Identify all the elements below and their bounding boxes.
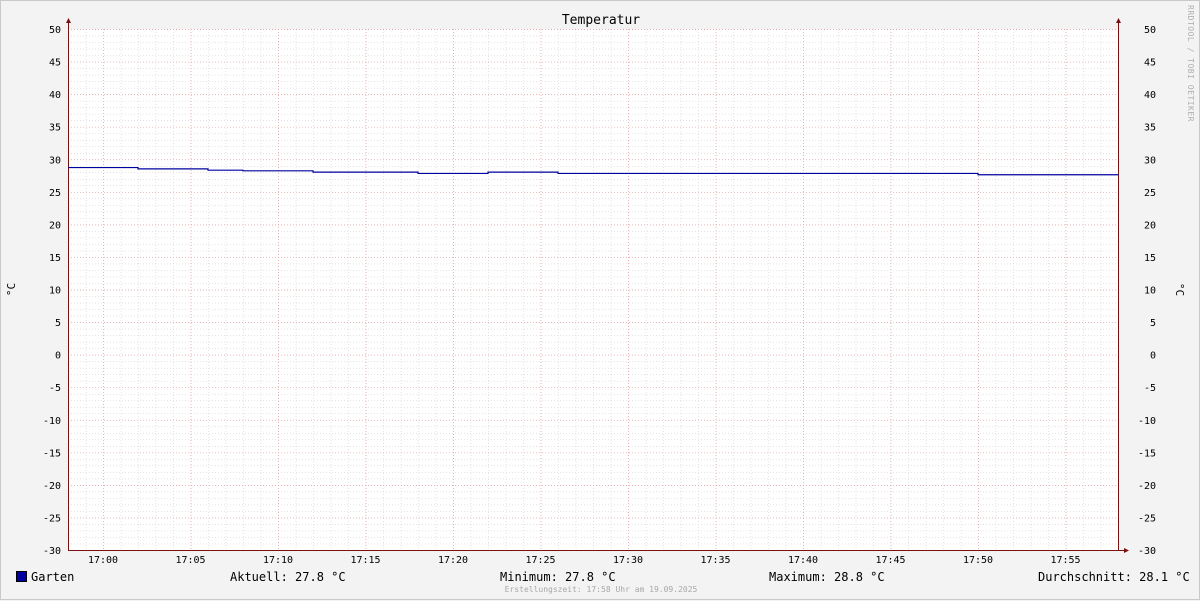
x-tick-label: 17:45	[875, 555, 905, 566]
x-tick-label: 17:35	[700, 555, 730, 566]
y2-tick-label: 50	[1144, 25, 1156, 36]
y-tick-label: 15	[49, 253, 61, 264]
x-tick-label: 17:15	[350, 555, 380, 566]
legend: Garten Aktuell: 27.8 °C Minimum: 27.8 °C…	[1, 567, 1200, 587]
legend-current-value: Aktuell: 27.8 °C	[230, 570, 346, 584]
y-tick-label: 45	[49, 58, 61, 69]
y-tick-label: 35	[49, 123, 61, 134]
y-axis-arrow	[66, 18, 71, 23]
x-tick-label: 17:25	[525, 555, 555, 566]
y2-tick-label: 40	[1144, 90, 1156, 101]
y2-tick-label: -15	[1138, 448, 1156, 459]
y-tick-label: 10	[49, 286, 61, 297]
y-tick-label: -10	[43, 416, 61, 427]
y2-tick-label: 30	[1144, 155, 1156, 166]
y2-axis-title: °C	[1173, 283, 1186, 296]
y-tick-label: -30	[43, 546, 61, 557]
x-tick-label: 17:20	[438, 555, 468, 566]
y-tick-label: 25	[49, 188, 61, 199]
graph-frame: 50 50 45 45 40 40 35 35 30 30 25 25 20 20 15 15 10 10 5 5 0 0…	[0, 0, 1200, 600]
x-tick-label: 17:10	[263, 555, 293, 566]
rrdtool-watermark: RRDTOOL / TOBI OETIKER	[1186, 5, 1195, 122]
y2-tick-label: -25	[1138, 513, 1156, 524]
y-tick-label: 50	[49, 25, 61, 36]
y2-tick-label: -30	[1138, 546, 1156, 557]
y-tick-label: -15	[43, 448, 61, 459]
y-tick-label: 30	[49, 155, 61, 166]
legend-maximum-value: Maximum: 28.8 °C	[769, 570, 885, 584]
creation-time-footer: Erstellungszeit: 17:58 Uhr am 19.09.2025	[504, 585, 698, 594]
y-axis-title: °C	[5, 283, 18, 296]
y2-tick-label: 5	[1150, 318, 1156, 329]
x-tick-label: 17:30	[613, 555, 643, 566]
x-axis-arrow	[1124, 548, 1129, 553]
temperature-chart: 50 5045 4540 4035 3530 3025 2520 2015 1510 105 50 0…	[5, 5, 1195, 566]
x-tick-label: 17:00	[88, 555, 118, 566]
y2-tick-label: 45	[1144, 58, 1156, 69]
legend-color-swatch	[16, 571, 27, 582]
y2-tick-label: -10	[1138, 416, 1156, 427]
y-tick-label: 5	[55, 318, 61, 329]
y-tick-label: -25	[43, 513, 61, 524]
y2-tick-label: 0	[1150, 351, 1156, 362]
plot-area	[68, 29, 1118, 550]
legend-average-value: Durchschnitt: 28.1 °C	[1038, 570, 1190, 584]
y-tick-label: -20	[43, 481, 61, 492]
y-tick-label: -5	[49, 383, 61, 394]
y-tick-label: 0	[55, 351, 61, 362]
y2-tick-label: -20	[1138, 481, 1156, 492]
x-tick-label: 17:40	[788, 555, 818, 566]
y2-tick-label: 25	[1144, 188, 1156, 199]
x-tick-label: 17:50	[963, 555, 993, 566]
y2-tick-label: 20	[1144, 220, 1156, 231]
x-tick-label: 17:05	[175, 555, 205, 566]
chart-title: Temperatur	[562, 13, 640, 28]
y-tick-label: 20	[49, 220, 61, 231]
y2-tick-label: -5	[1144, 383, 1156, 394]
y2-axis-arrow	[1116, 18, 1121, 23]
legend-series-name: Garten	[31, 570, 75, 584]
y2-tick-label: 15	[1144, 253, 1156, 264]
y2-tick-label: 10	[1144, 286, 1156, 297]
legend-minimum-value: Minimum: 27.8 °C	[500, 570, 616, 584]
y-tick-label: 40	[49, 90, 61, 101]
y2-tick-label: 35	[1144, 123, 1156, 134]
x-tick-label: 17:55	[1050, 555, 1080, 566]
